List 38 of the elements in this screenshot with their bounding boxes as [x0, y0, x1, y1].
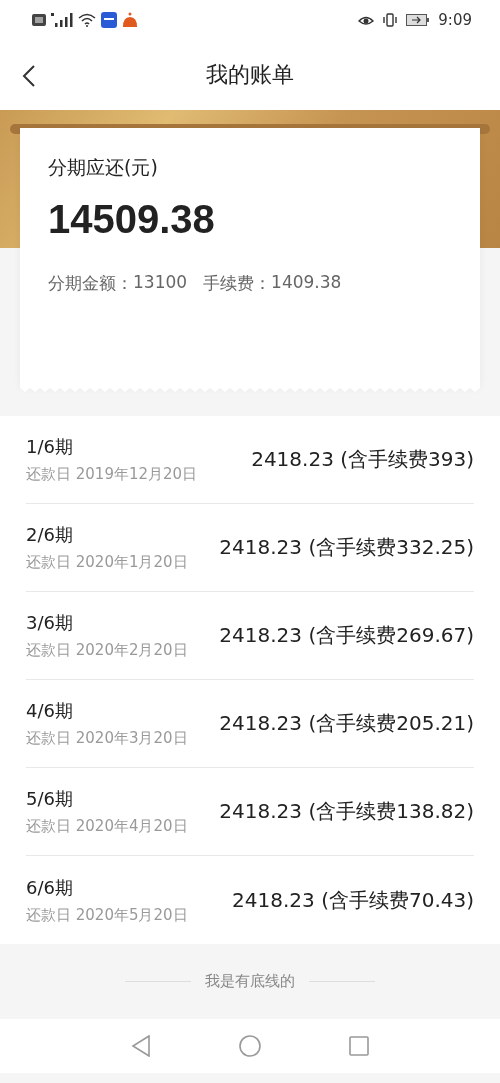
- detail-value: 1409.38: [271, 272, 342, 294]
- detail-value: 13100: [133, 272, 188, 294]
- clock-time: 9:09: [438, 11, 472, 29]
- due-date: 还款日 2020年3月20日: [26, 729, 188, 748]
- app-icon: [101, 12, 117, 28]
- app-icon: [122, 12, 138, 28]
- due-date: 还款日 2020年4月20日: [26, 817, 188, 836]
- summary-label: 分期应还(元): [48, 155, 158, 180]
- period-label: 4/6期: [26, 699, 74, 723]
- wifi-icon: [78, 13, 96, 27]
- end-of-list-text: 我是有底线的: [205, 972, 295, 991]
- installment-amount: 2418.23 (含手续费269.67): [219, 622, 474, 649]
- vibrate-icon: [382, 13, 399, 27]
- eye-icon: [358, 14, 375, 26]
- period-label: 5/6期: [26, 787, 74, 811]
- recents-nav-icon[interactable]: [349, 1036, 369, 1056]
- detail-label: 手续费：: [203, 272, 272, 295]
- installment-amount: 2418.23 (含手续费205.21): [219, 710, 474, 737]
- hd-icon: [32, 14, 46, 26]
- battery-icon: [406, 14, 431, 26]
- period-label: 1/6期: [26, 435, 74, 459]
- installment-amount: 2418.23 (含手续费393): [251, 446, 474, 473]
- back-nav-icon[interactable]: [131, 1035, 151, 1057]
- page-title: 我的账单: [206, 61, 294, 89]
- due-date: 还款日 2020年1月20日: [26, 553, 188, 572]
- total-amount: 14509.38: [48, 197, 215, 242]
- home-nav-icon[interactable]: [239, 1035, 261, 1057]
- due-date: 还款日 2020年2月20日: [26, 641, 188, 660]
- period-label: 6/6期: [26, 875, 74, 900]
- due-date: 还款日 2019年12月20日: [26, 465, 198, 484]
- due-date: 还款日 2020年5月20日: [26, 905, 188, 925]
- detail-label: 分期金额：: [48, 272, 133, 295]
- installment-amount: 2418.23 (含手续费138.82): [219, 798, 474, 825]
- signal-icon: [51, 13, 73, 27]
- installment-amount: 2418.23 (含手续费332.25): [219, 534, 474, 561]
- period-label: 2/6期: [26, 523, 74, 547]
- period-label: 3/6期: [26, 611, 74, 635]
- installment-amount: 2418.23 (含手续费70.43): [232, 886, 474, 914]
